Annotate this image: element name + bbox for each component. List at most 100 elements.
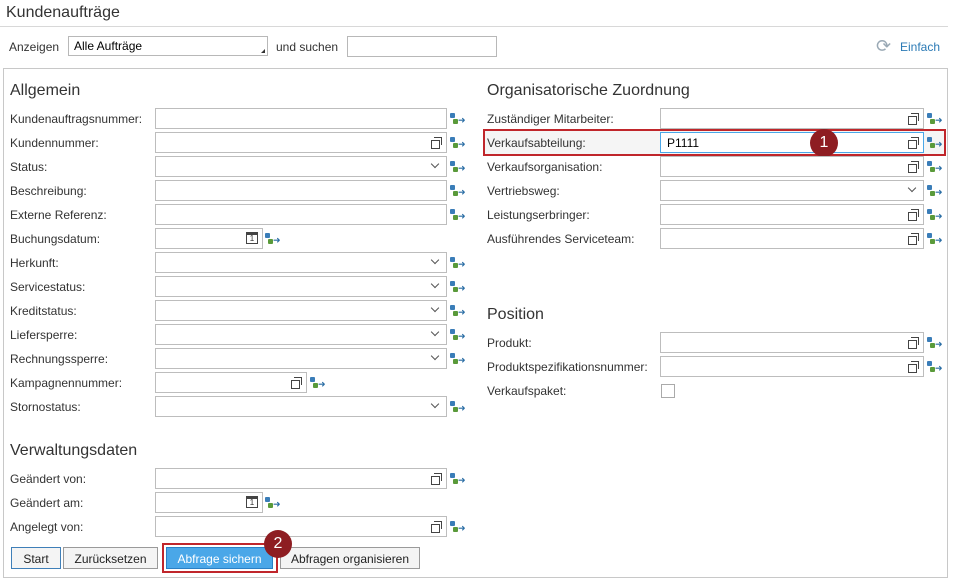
field-label: Verkaufsorganisation: — [487, 160, 603, 174]
sales-organization-input[interactable] — [660, 156, 924, 177]
description-input[interactable] — [155, 180, 447, 201]
dropdown-corner-icon — [261, 49, 265, 53]
copy-icon[interactable] — [431, 473, 442, 485]
multi-select-icon[interactable]: ➜ — [450, 401, 466, 413]
field-label: Ausführendes Serviceteam: — [487, 232, 635, 246]
copy-icon[interactable] — [431, 137, 442, 149]
copy-icon[interactable] — [908, 337, 919, 349]
field-label: Stornostatus: — [10, 400, 81, 414]
reset-button[interactable]: Zurücksetzen — [63, 547, 158, 569]
field-label: Angelegt von: — [10, 520, 84, 534]
order-number-input[interactable] — [155, 108, 447, 129]
service-provider-input[interactable] — [660, 204, 924, 225]
multi-select-icon[interactable]: ➜ — [310, 377, 326, 389]
section-general-heading: Allgemein — [10, 82, 81, 99]
multi-select-icon[interactable]: ➜ — [450, 209, 466, 221]
copy-icon[interactable] — [908, 113, 919, 125]
field-label: Rechnungssperre: — [10, 352, 109, 366]
multi-select-icon[interactable]: ➜ — [450, 353, 466, 365]
field-label: Herkunft: — [10, 256, 59, 270]
field-label: Beschreibung: — [10, 184, 87, 198]
show-label: Anzeigen — [9, 40, 60, 54]
field-label: Verkaufspaket: — [487, 384, 567, 398]
multi-select-icon[interactable]: ➜ — [450, 521, 466, 533]
multi-select-icon[interactable]: ➜ — [450, 473, 466, 485]
organize-queries-button[interactable]: Abfragen organisieren — [280, 547, 420, 569]
multi-select-icon[interactable]: ➜ — [927, 185, 943, 197]
field-label: Leistungserbringer: — [487, 208, 590, 222]
search-input[interactable] — [347, 36, 497, 57]
field-label: Servicestatus: — [10, 280, 86, 294]
responsible-employee-input[interactable] — [660, 108, 924, 129]
field-label: Kundenauftragsnummer: — [10, 112, 143, 126]
customer-number-input[interactable] — [155, 132, 447, 153]
multi-select-icon[interactable]: ➜ — [450, 305, 466, 317]
step-badge-1: 1 — [810, 129, 838, 157]
simple-search-link[interactable]: Einfach — [900, 40, 940, 54]
sales-office-highlight — [483, 129, 946, 156]
field-label: Geändert am: — [10, 496, 84, 510]
product-input[interactable] — [660, 332, 924, 353]
distribution-channel-select[interactable] — [660, 180, 924, 201]
field-label: Zuständiger Mitarbeiter: — [487, 112, 614, 126]
sales-package-checkbox[interactable] — [661, 384, 675, 398]
field-label: Kundennummer: — [10, 136, 99, 150]
credit-status-select[interactable] — [155, 300, 447, 321]
multi-select-icon[interactable]: ➜ — [265, 497, 281, 509]
save-query-highlight — [162, 543, 278, 573]
product-spec-number-input[interactable] — [660, 356, 924, 377]
calendar-icon[interactable]: 1 — [246, 232, 258, 244]
copy-icon[interactable] — [908, 161, 919, 173]
created-by-input[interactable] — [155, 516, 447, 537]
multi-select-icon[interactable]: ➜ — [927, 233, 943, 245]
external-reference-input[interactable] — [155, 204, 447, 225]
refresh-icon[interactable]: ⟳ — [876, 36, 891, 57]
copy-icon[interactable] — [908, 233, 919, 245]
copy-icon[interactable] — [908, 361, 919, 373]
field-label: Kreditstatus: — [10, 304, 77, 318]
multi-select-icon[interactable]: ➜ — [450, 329, 466, 341]
multi-select-icon[interactable]: ➜ — [927, 113, 943, 125]
multi-select-icon[interactable]: ➜ — [927, 161, 943, 173]
field-label: Vertriebsweg: — [487, 184, 560, 198]
copy-icon[interactable] — [908, 209, 919, 221]
section-admin-heading: Verwaltungsdaten — [10, 442, 138, 459]
show-select[interactable]: Alle Aufträge — [68, 36, 268, 56]
field-label: Status: — [10, 160, 48, 174]
campaign-number-input[interactable] — [155, 372, 307, 393]
field-label: Produktspezifikationsnummer: — [487, 360, 648, 374]
copy-icon[interactable] — [431, 521, 442, 533]
field-label: Buchungsdatum: — [10, 232, 101, 246]
search-label: und suchen — [276, 40, 339, 54]
multi-select-icon[interactable]: ➜ — [450, 137, 466, 149]
multi-select-icon[interactable]: ➜ — [927, 209, 943, 221]
show-select-value: Alle Aufträge — [74, 39, 143, 53]
field-label: Geändert von: — [10, 472, 87, 486]
executing-service-team-input[interactable] — [660, 228, 924, 249]
field-label: Produkt: — [487, 336, 532, 350]
multi-select-icon[interactable]: ➜ — [450, 161, 466, 173]
multi-select-icon[interactable]: ➜ — [927, 361, 943, 373]
page-title: Kundenaufträge — [6, 4, 120, 21]
changed-by-input[interactable] — [155, 468, 447, 489]
delivery-block-select[interactable] — [155, 324, 447, 345]
multi-select-icon[interactable]: ➜ — [265, 233, 281, 245]
cancellation-status-select[interactable] — [155, 396, 447, 417]
field-label: Liefersperre: — [10, 328, 78, 342]
status-select[interactable] — [155, 156, 447, 177]
multi-select-icon[interactable]: ➜ — [450, 113, 466, 125]
calendar-icon[interactable]: 1 — [246, 496, 258, 508]
multi-select-icon[interactable]: ➜ — [450, 257, 466, 269]
title-divider — [0, 26, 948, 27]
copy-icon[interactable] — [291, 377, 302, 389]
multi-select-icon[interactable]: ➜ — [450, 185, 466, 197]
section-position-heading: Position — [487, 306, 544, 323]
multi-select-icon[interactable]: ➜ — [927, 337, 943, 349]
billing-block-select[interactable] — [155, 348, 447, 369]
start-button[interactable]: Start — [11, 547, 61, 569]
service-status-select[interactable] — [155, 276, 447, 297]
origin-select[interactable] — [155, 252, 447, 273]
section-org-heading: Organisatorische Zuordnung — [487, 82, 690, 99]
field-label: Externe Referenz: — [10, 208, 107, 222]
multi-select-icon[interactable]: ➜ — [450, 281, 466, 293]
